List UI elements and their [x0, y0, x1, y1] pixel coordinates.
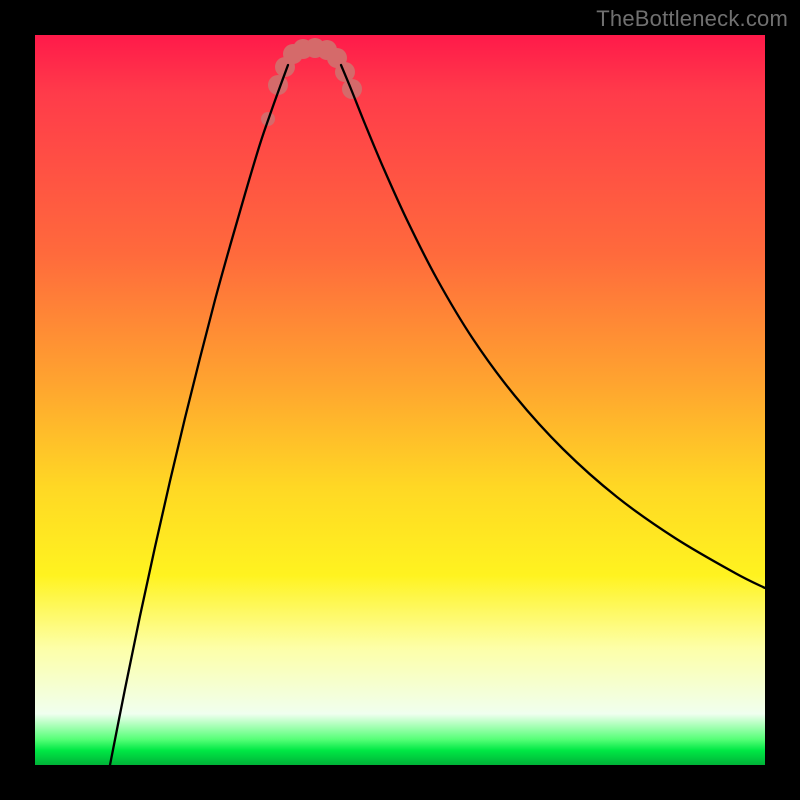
marker-layer: [261, 38, 362, 126]
curve-right-branch: [341, 65, 765, 588]
curve-left-branch: [110, 65, 288, 765]
chart-frame: TheBottleneck.com: [0, 0, 800, 800]
watermark-text: TheBottleneck.com: [596, 6, 788, 32]
line-layer: [110, 65, 765, 765]
plot-area: [35, 35, 765, 765]
chart-svg: [35, 35, 765, 765]
